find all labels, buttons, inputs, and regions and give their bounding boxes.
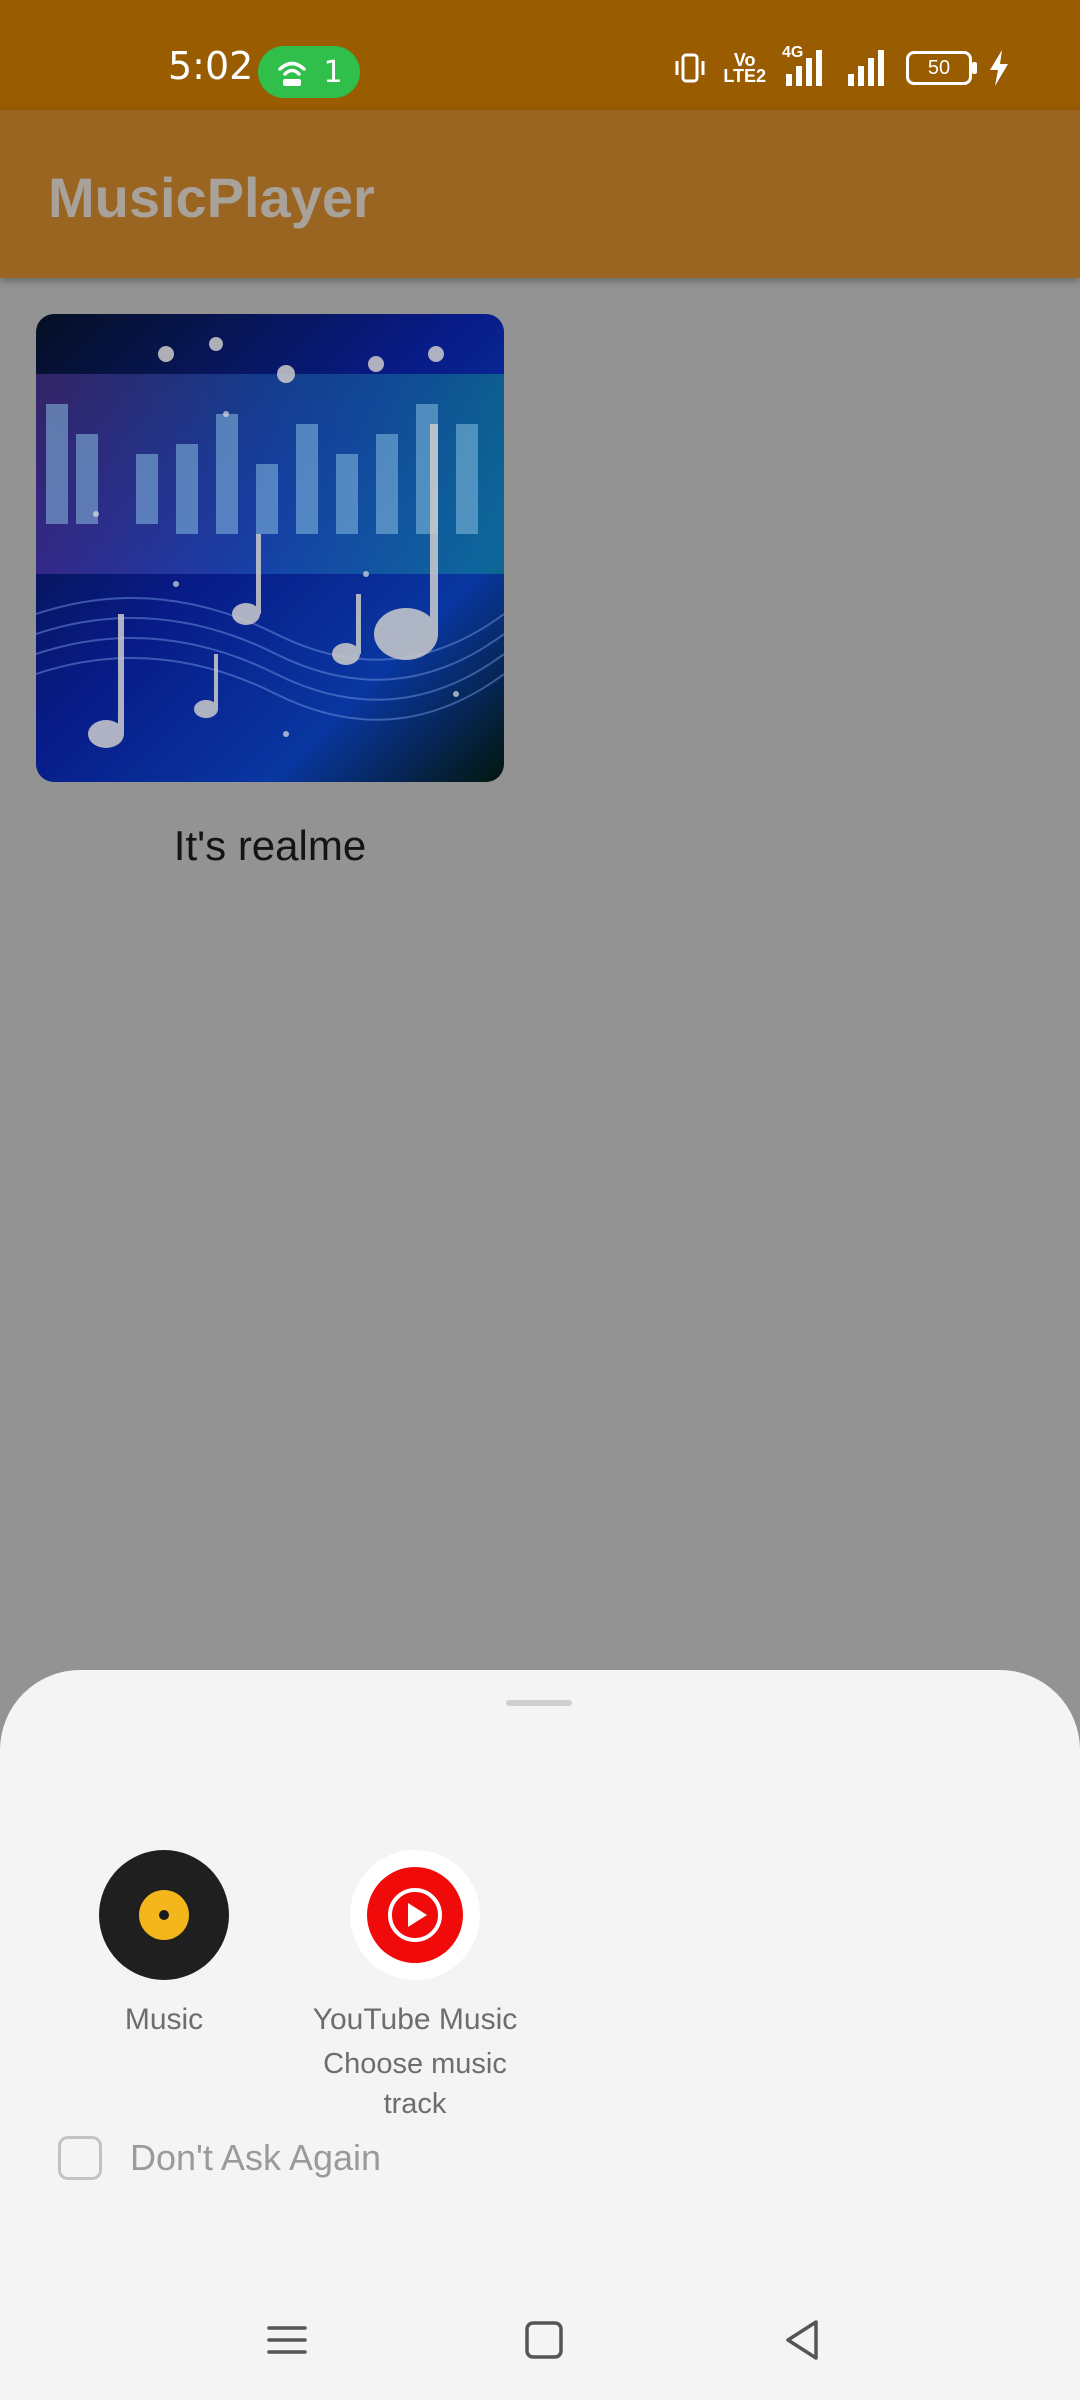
battery-level: 50 <box>927 56 951 79</box>
app-bar: MusicPlayer <box>0 110 1080 278</box>
home-icon[interactable] <box>514 2310 574 2370</box>
hotspot-indicator[interactable]: 1 <box>258 46 360 98</box>
network-type-label: 4G <box>782 44 804 61</box>
app-title: MusicPlayer <box>48 166 375 229</box>
youtube-music-icon <box>350 1850 480 1980</box>
song-title: It's realme <box>173 822 367 869</box>
sheet-drag-handle[interactable] <box>506 1700 572 1706</box>
play-icon <box>388 1888 442 1942</box>
menu-icon[interactable] <box>257 2310 317 2370</box>
dont-ask-again-row[interactable]: Don't Ask Again <box>58 2136 381 2180</box>
hotspot-count: 1 <box>323 54 343 90</box>
battery-indicator: 50 <box>906 51 977 85</box>
option-music[interactable]: Music <box>44 1850 284 2040</box>
status-icons: Vo LTE2 4G 50 <box>673 44 1010 88</box>
navigation-bar <box>0 2280 1080 2400</box>
status-bar: 5:02 1 Vo LTE2 4G 50 <box>0 0 1080 110</box>
option-youtube-music-sublabel: Choose music track <box>323 2048 507 2120</box>
album-art-image <box>36 314 504 782</box>
status-time: 5:02 <box>168 44 254 88</box>
dont-ask-again-checkbox[interactable] <box>58 2136 102 2180</box>
vibrate-icon <box>675 53 705 83</box>
charging-icon <box>990 50 1008 86</box>
option-music-label: Music <box>124 2003 204 2036</box>
music-disc-icon <box>99 1850 229 1980</box>
dont-ask-again-label: Don't Ask Again <box>130 2137 382 2178</box>
song-card[interactable]: It's realme <box>36 314 504 870</box>
back-icon[interactable] <box>772 2310 832 2370</box>
option-youtube-music-label: YouTube Music <box>312 2003 518 2036</box>
signal-sim2-icon <box>848 50 884 86</box>
volte-lte-text: LTE2 <box>723 66 766 86</box>
signal-sim1: 4G <box>782 44 828 88</box>
hotspot-icon <box>278 61 307 86</box>
option-youtube-music[interactable]: YouTube Music Choose music track <box>295 1850 535 2124</box>
volte-badge: Vo LTE2 <box>723 51 766 86</box>
